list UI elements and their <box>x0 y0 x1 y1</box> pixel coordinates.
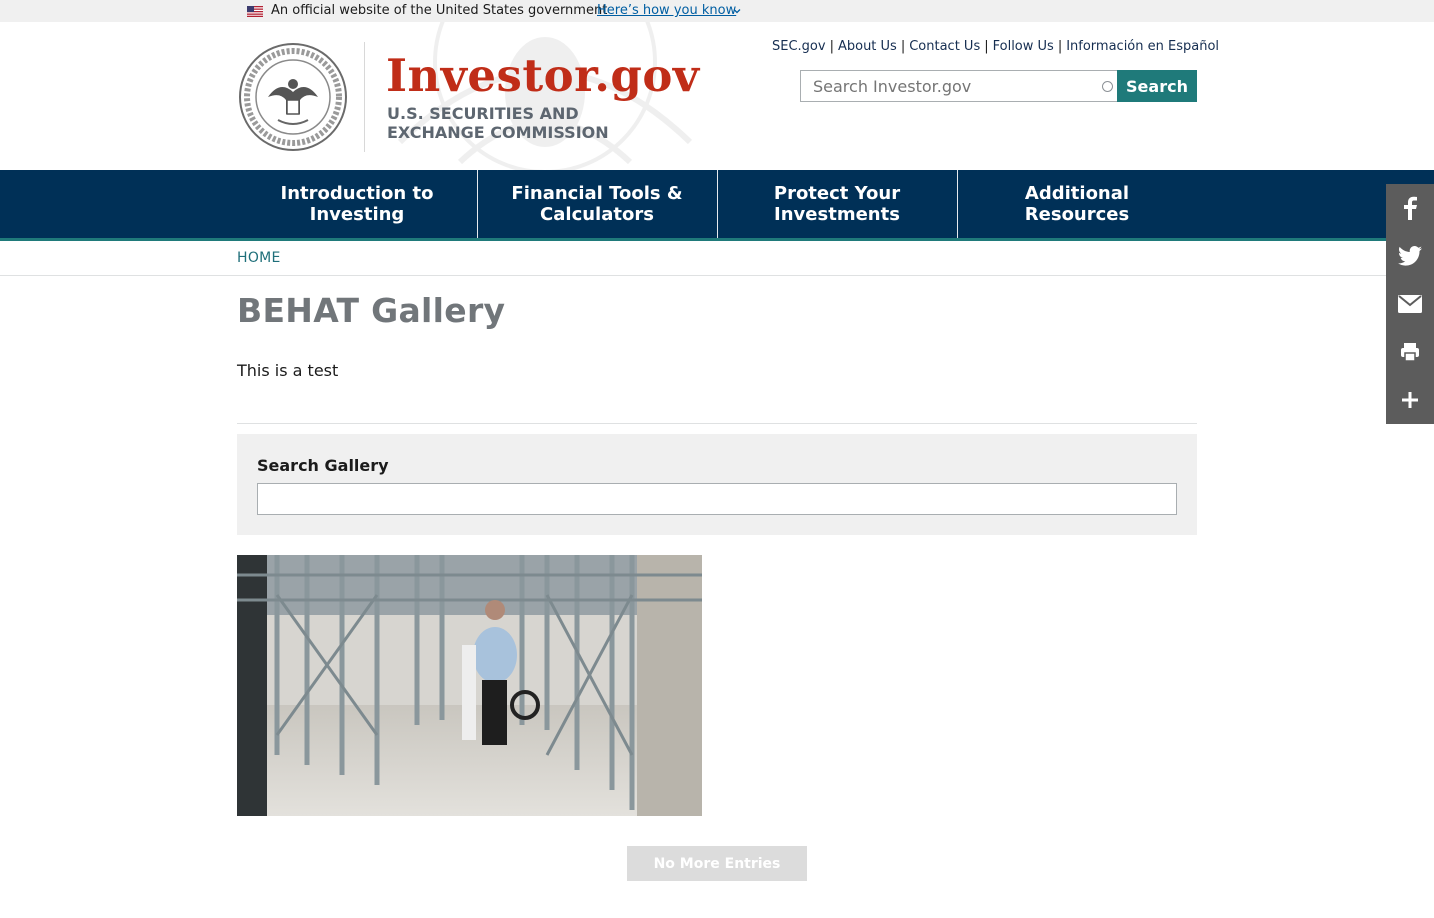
gov-banner: An official website of the United States… <box>0 0 1434 22</box>
gallery-photo-scaffolding <box>237 555 702 816</box>
separator: | <box>1057 39 1063 54</box>
official-site-text: An official website of the United States… <box>271 3 608 18</box>
nav-label-line-1: Financial Tools & <box>511 183 683 204</box>
nav-label-line-2: Investing <box>309 204 405 225</box>
gallery-search-panel: Search Gallery <box>237 434 1197 535</box>
nav-item-financial-tools[interactable]: Financial Tools & Calculators <box>477 170 717 238</box>
search-gallery-input[interactable] <box>257 483 1177 515</box>
separator: | <box>900 39 906 54</box>
nav-label-line-1: Additional <box>1024 183 1130 204</box>
page-intro: This is a test <box>237 361 339 380</box>
email-icon[interactable] <box>1386 280 1434 328</box>
facebook-icon[interactable] <box>1386 184 1434 232</box>
nav-label-line-2: Calculators <box>540 204 654 225</box>
us-flag-icon <box>247 6 263 17</box>
separator: | <box>829 39 834 54</box>
utility-links: SEC.gov | About Us | Contact Us | Follow Us | In… <box>772 39 1219 54</box>
util-link-about-us[interactable]: About Us <box>838 39 897 54</box>
chevron-down-icon[interactable] <box>733 7 741 15</box>
nav-label-line-1: Protect Your <box>773 183 901 204</box>
nav-label-line-2: Resources <box>1024 204 1130 225</box>
how-you-know-link[interactable]: Here’s how you know <box>597 0 736 22</box>
page-title: BEHAT Gallery <box>237 291 506 330</box>
util-link-contact-us[interactable]: Contact Us <box>909 39 980 54</box>
separator: | <box>984 39 989 54</box>
twitter-icon[interactable] <box>1386 232 1434 280</box>
util-link-espanol[interactable]: Información en Español <box>1066 39 1219 54</box>
nav-label-line-2: Investments <box>774 204 900 225</box>
header-divider <box>364 42 365 152</box>
nav-label-line-1: Introduction to <box>280 183 434 204</box>
util-link-sec-gov[interactable]: SEC.gov <box>772 39 826 54</box>
gallery-image[interactable] <box>237 555 702 816</box>
site-search-box <box>800 70 1117 102</box>
site-header: Investor.gov U.S. SECURITIES AND EXCHANG… <box>0 22 1434 170</box>
breadcrumb: HOME <box>0 241 1434 276</box>
share-rail <box>1386 184 1434 424</box>
breadcrumb-home-link[interactable]: HOME <box>237 250 281 266</box>
main-navigation: Introduction to Investing Financial Tools… <box>0 170 1434 241</box>
nav-item-additional-resources[interactable]: Additional Resources <box>957 170 1197 238</box>
no-more-entries-button[interactable]: No More Entries <box>627 846 807 881</box>
search-gallery-label: Search Gallery <box>257 456 389 475</box>
nav-item-protect-your-investments[interactable]: Protect Your Investments <box>717 170 957 238</box>
subtitle-line-1: U.S. SECURITIES AND <box>387 104 579 123</box>
site-brand[interactable]: Investor.gov <box>386 48 700 104</box>
sec-seal-logo[interactable] <box>238 42 348 152</box>
loading-ring-icon <box>1102 81 1113 92</box>
site-search-button[interactable]: Search <box>1117 70 1197 102</box>
plus-icon[interactable] <box>1386 376 1434 424</box>
site-subtitle: U.S. SECURITIES AND EXCHANGE COMMISSION <box>387 104 707 142</box>
nav-item-introduction-to-investing[interactable]: Introduction to Investing <box>237 170 477 238</box>
content-divider <box>237 423 1197 424</box>
site-search-input[interactable] <box>801 71 1117 101</box>
util-link-follow-us[interactable]: Follow Us <box>993 39 1054 54</box>
print-icon[interactable] <box>1386 328 1434 376</box>
subtitle-line-2: EXCHANGE COMMISSION <box>387 123 609 142</box>
